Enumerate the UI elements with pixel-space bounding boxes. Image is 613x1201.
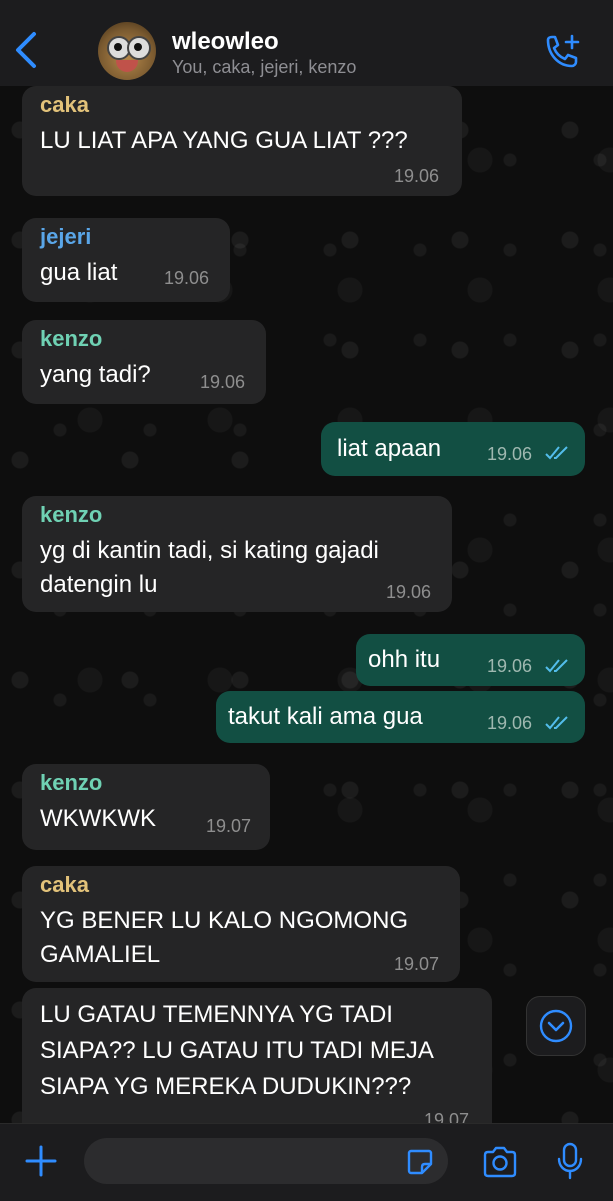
message-text: yang tadi? [40, 361, 151, 388]
message-text: datengin lu [40, 571, 158, 598]
message-time: 19.06 [394, 166, 440, 186]
message-time: 19.06 [386, 582, 432, 602]
message-text: GAMALIEL [40, 941, 161, 968]
message-bubble[interactable]: LU GATAU TEMENNYA YG TADI SIAPA?? LU GAT… [22, 988, 492, 1138]
message-text: WKWKWK [40, 805, 156, 832]
message-text: ohh itu [368, 646, 441, 673]
message-bubble[interactable]: caka LU LIAT APA YANG GUA LIAT ??? 19.06 [22, 86, 462, 196]
microphone-icon[interactable] [556, 1142, 584, 1180]
message-text: SIAPA?? LU GATAU ITU TADI MEJA [40, 1037, 434, 1064]
message-composer [0, 1123, 613, 1201]
sender-name: kenzo [40, 770, 103, 795]
message-text: YG BENER LU KALO NGOMONG [40, 907, 409, 934]
message-text: gua liat [40, 259, 118, 286]
avatar-mouth [116, 60, 138, 72]
read-ticks-icon [545, 446, 568, 460]
chat-header: wleowleo You, caka, jejeri, kenzo [0, 0, 613, 86]
scroll-to-bottom-button[interactable] [526, 996, 586, 1056]
message-bubble[interactable]: kenzo yg di kantin tadi, si kating gajad… [22, 496, 452, 612]
message-bubble[interactable]: jejeri gua liat 19.06 [22, 218, 230, 302]
sticker-icon[interactable] [406, 1148, 434, 1176]
read-ticks-icon [545, 716, 568, 730]
message-bubble-outgoing[interactable]: takut kali ama gua 19.06 [216, 691, 585, 743]
read-ticks-icon [545, 659, 568, 673]
message-time: 19.06 [164, 268, 210, 288]
avatar-eye-right [127, 36, 151, 60]
message-time: 19.06 [487, 656, 533, 676]
message-time: 19.07 [394, 954, 440, 974]
sender-name: kenzo [40, 502, 103, 527]
chat-participants[interactable]: You, caka, jejeri, kenzo [172, 57, 356, 78]
message-bubble[interactable]: kenzo WKWKWK 19.07 [22, 764, 270, 850]
message-time: 19.06 [200, 372, 246, 392]
message-text: liat apaan [337, 435, 442, 462]
message-bubble[interactable]: caka YG BENER LU KALO NGOMONG GAMALIEL 1… [22, 866, 460, 982]
message-bubble-outgoing[interactable]: ohh itu 19.06 [356, 634, 585, 686]
sender-name: caka [40, 92, 89, 117]
camera-icon[interactable] [482, 1146, 518, 1178]
message-text: LU LIAT APA YANG GUA LIAT ??? [40, 127, 408, 154]
add-call-icon[interactable] [542, 34, 582, 70]
chat-title[interactable]: wleowleo [172, 28, 279, 56]
message-input[interactable] [84, 1138, 448, 1184]
plus-icon[interactable] [24, 1144, 58, 1178]
message-time: 19.06 [487, 713, 533, 733]
message-bubble[interactable]: kenzo yang tadi? 19.06 [22, 320, 266, 404]
message-bubble-outgoing[interactable]: liat apaan 19.06 [321, 422, 585, 476]
sender-name: kenzo [40, 326, 103, 351]
message-text: LU GATAU TEMENNYA YG TADI [40, 1001, 393, 1028]
chevron-down-icon [539, 1009, 573, 1043]
group-avatar[interactable] [98, 22, 156, 80]
message-time: 19.06 [487, 444, 533, 464]
message-text: yg di kantin tadi, si kating gajadi [40, 537, 379, 564]
chevron-left-icon[interactable] [12, 30, 42, 70]
message-time: 19.07 [206, 816, 252, 836]
sender-name: jejeri [40, 224, 92, 249]
sender-name: caka [40, 872, 89, 897]
message-text: takut kali ama gua [228, 703, 423, 730]
message-text: SIAPA YG MEREKA DUDUKIN??? [40, 1073, 412, 1100]
